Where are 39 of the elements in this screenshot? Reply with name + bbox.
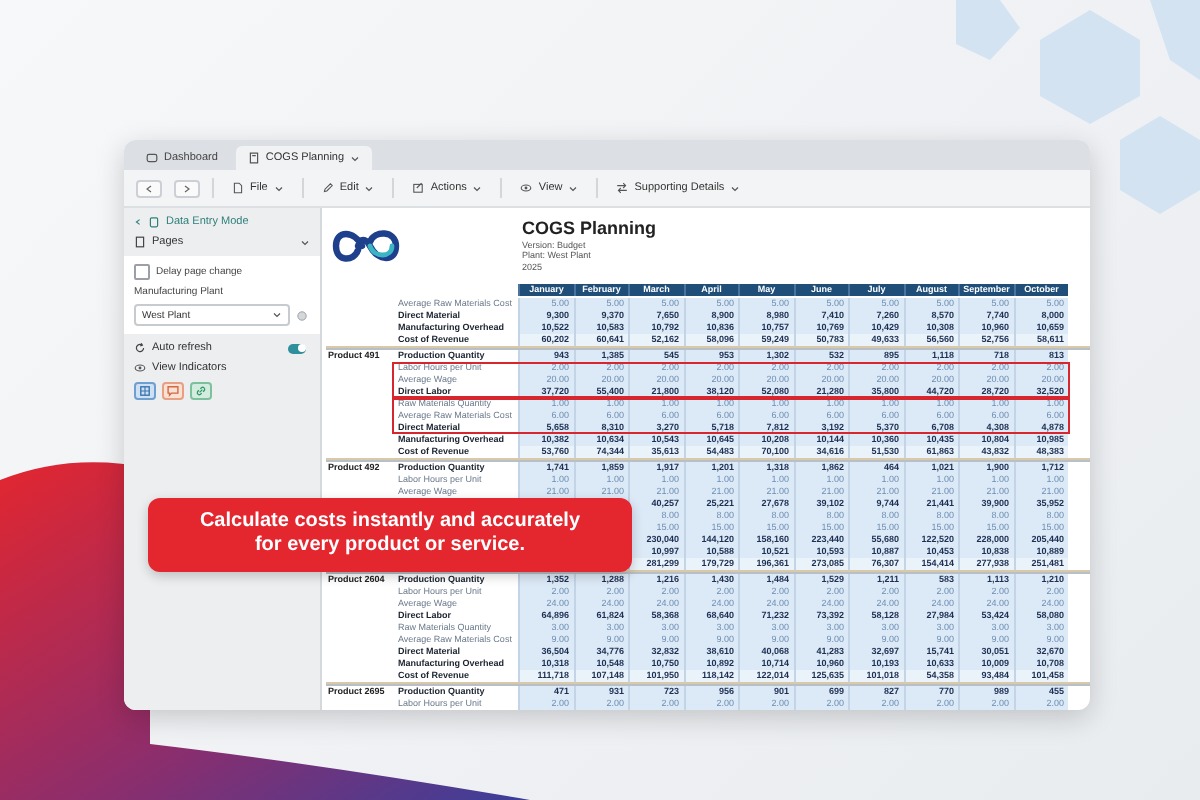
caret-icon (272, 310, 282, 320)
collapse-icon (134, 218, 142, 226)
caret-icon (300, 237, 310, 247)
back-button[interactable] (136, 179, 162, 197)
box-icon (412, 182, 425, 194)
caret-icon (472, 183, 483, 193)
clipboard-icon (148, 216, 160, 228)
toggle-switch[interactable] (288, 343, 306, 353)
document-icon (232, 182, 244, 194)
caret-icon (568, 183, 579, 193)
forward-button[interactable] (174, 179, 200, 197)
back-icon (144, 183, 154, 193)
arrows-icon (616, 182, 629, 194)
indicator-button[interactable] (162, 382, 184, 400)
hexagon-shape (1150, 0, 1200, 80)
dashboard-icon (146, 152, 158, 164)
caret-icon (364, 183, 375, 193)
forward-icon (182, 183, 192, 193)
grid-icon (138, 384, 152, 398)
hexagon-shape (1040, 10, 1140, 124)
caret-icon (273, 183, 284, 193)
logo-icon (330, 224, 402, 268)
pencil-icon (321, 182, 334, 194)
checkbox[interactable] (134, 264, 150, 280)
page-icon (134, 236, 146, 248)
hexagon-shape (1120, 116, 1200, 214)
document-icon (247, 152, 260, 164)
eye-icon (520, 182, 533, 194)
caret-icon (730, 183, 741, 193)
callout-text: Calculate costs instantly and accurately for every product or service. (197, 510, 583, 558)
link-icon (194, 384, 208, 398)
caret-icon (350, 153, 361, 163)
indicator-button[interactable] (190, 382, 212, 400)
report-title: COGS Planning (522, 218, 657, 238)
eye-icon (134, 362, 146, 374)
hexagon-shape (956, 0, 1020, 60)
indicator-button[interactable] (134, 382, 156, 400)
refresh-icon (134, 342, 146, 354)
comment-icon (166, 384, 180, 398)
